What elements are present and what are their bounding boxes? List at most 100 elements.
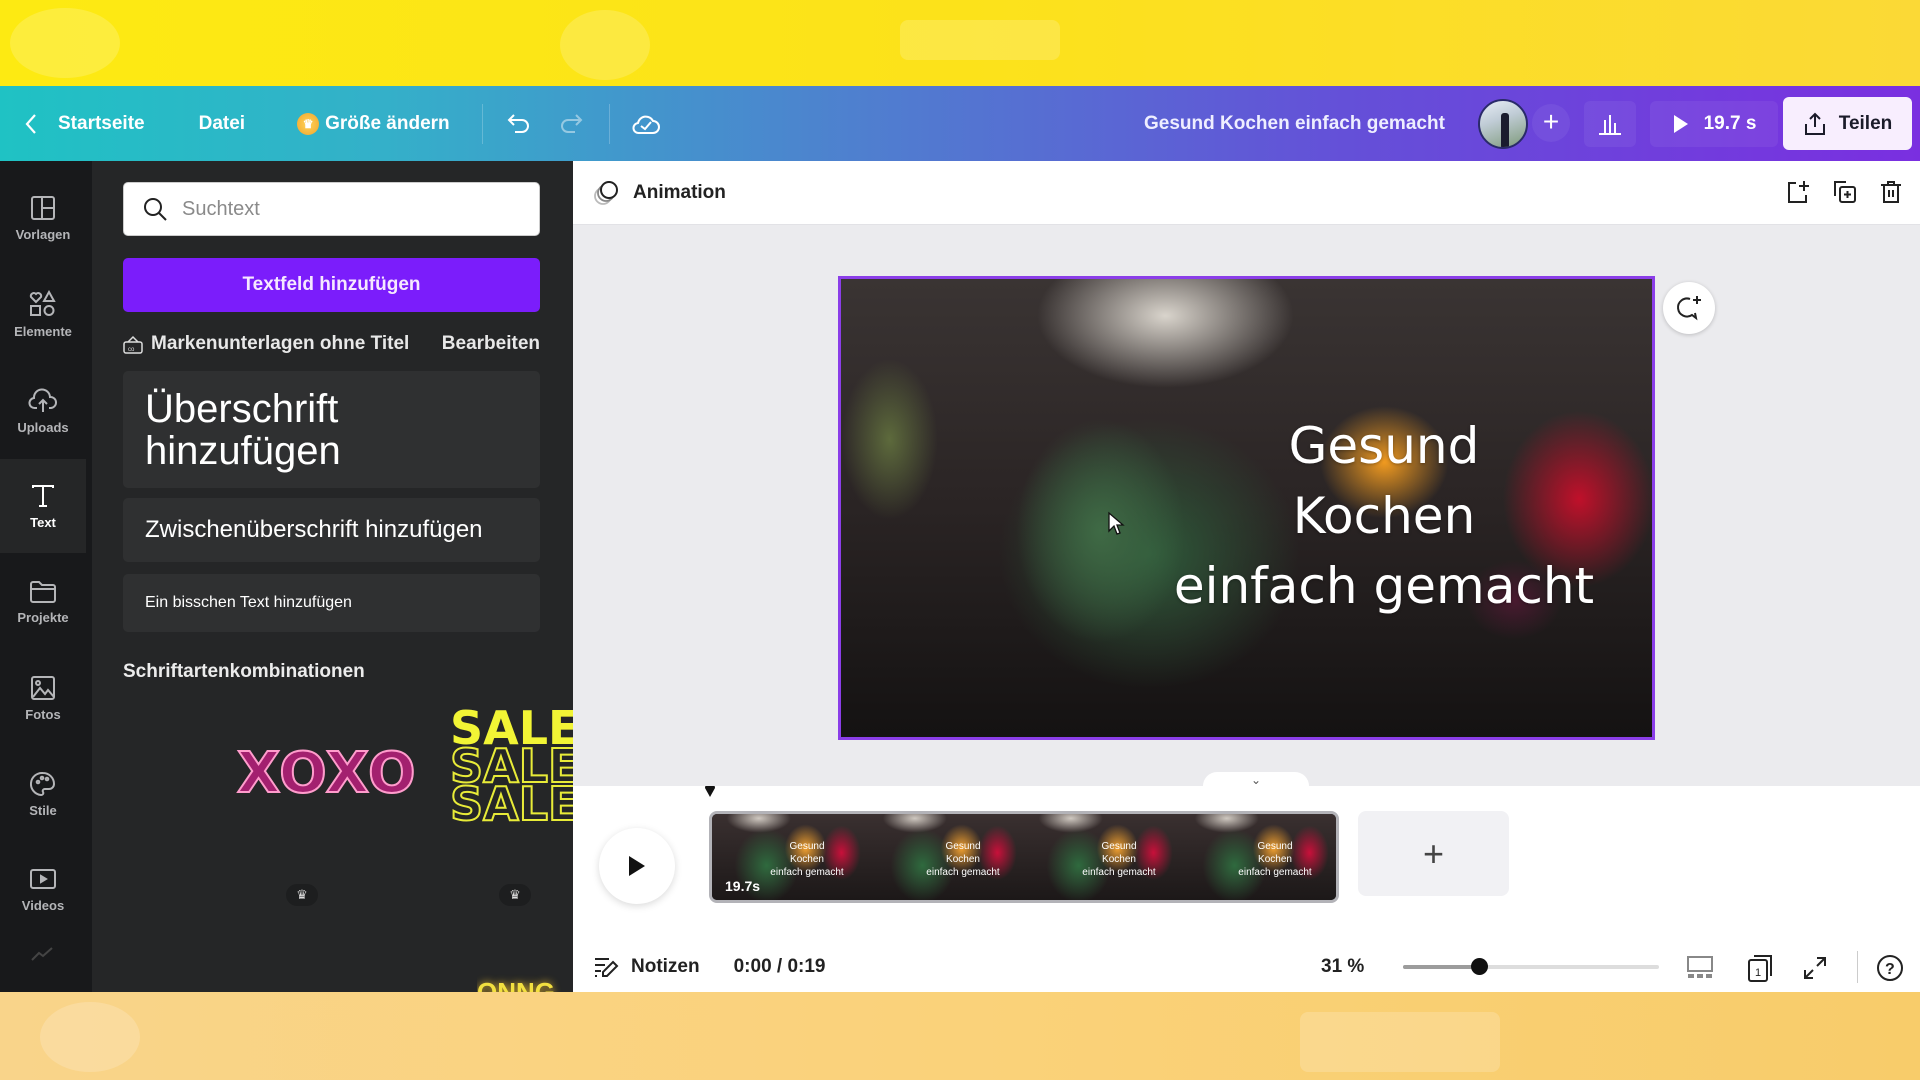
back-chevron-icon[interactable]	[24, 113, 44, 135]
font-combo-partial[interactable]: ONNG	[477, 973, 573, 992]
rail-label: Elemente	[14, 323, 72, 339]
thumb-text: Gesund	[789, 841, 825, 852]
search-icon	[144, 198, 167, 221]
help-button[interactable]: ?	[1873, 951, 1907, 985]
decorative-shape	[900, 20, 1060, 60]
sale-line: SALE	[449, 777, 573, 831]
duplicate-page-icon[interactable]	[1828, 175, 1862, 209]
brand-kit-icon: co	[123, 335, 143, 354]
font-combo-xoxo[interactable]: XOXO	[236, 740, 417, 807]
share-upload-icon	[1804, 112, 1825, 135]
rail-label: Vorlagen	[15, 226, 71, 242]
undo-icon[interactable]	[499, 104, 539, 144]
decorative-shape	[10, 8, 120, 78]
share-button[interactable]: Teilen	[1783, 97, 1912, 150]
collapse-timeline-chevron-icon[interactable]: ⌄	[1203, 772, 1309, 788]
context-toolbar: Animation	[573, 161, 1920, 225]
divider	[608, 103, 610, 144]
present-play-button[interactable]: 19.7 s	[1650, 101, 1778, 147]
page-count: 1	[1755, 967, 1761, 979]
delete-page-icon[interactable]	[1874, 175, 1908, 209]
add-body-text-button[interactable]: Ein bisschen Text hinzufügen	[123, 574, 540, 632]
rail-item-text[interactable]: Text	[0, 459, 86, 553]
elements-icon	[29, 289, 56, 316]
avatar[interactable]	[1478, 99, 1528, 149]
zoom-slider-fill	[1403, 965, 1479, 969]
thumb-text: einfach gemacht	[1238, 867, 1312, 878]
thumb-text: Gesund	[1101, 841, 1137, 852]
brand-kit-name[interactable]: Markenunterlagen ohne Titel	[151, 333, 409, 355]
redo-icon[interactable]	[551, 104, 591, 144]
rail-item-videos[interactable]: Videos	[0, 843, 86, 937]
rail-label: Text	[30, 514, 56, 530]
resize-button[interactable]: ♛ Größe ändern	[297, 112, 450, 135]
playback-time: 0:00 / 0:19	[733, 955, 826, 977]
divider	[481, 103, 483, 144]
rail-item-uploads[interactable]: Uploads	[0, 363, 86, 457]
brand-kit-row: co Markenunterlagen ohne Titel Bearbeite…	[123, 326, 540, 362]
add-page-button[interactable]: +	[1358, 811, 1509, 896]
invite-plus-button[interactable]: +	[1532, 104, 1570, 142]
document-title[interactable]: Gesund Kochen einfach gemacht	[1144, 113, 1445, 135]
clip-duration: 19.7s	[725, 878, 761, 894]
add-heading-button[interactable]: Überschrift hinzufügen	[123, 371, 540, 488]
add-page-icon[interactable]	[1782, 175, 1816, 209]
home-link[interactable]: Startseite	[58, 113, 145, 135]
brand-edit-link[interactable]: Bearbeiten	[442, 333, 540, 355]
share-label: Teilen	[1838, 112, 1893, 134]
rail-item-templates[interactable]: Vorlagen	[0, 171, 86, 265]
canvas-title-text[interactable]: Gesund Kochen einfach gemacht	[1164, 411, 1604, 621]
fullscreen-icon[interactable]	[1798, 951, 1832, 985]
divider	[1857, 951, 1858, 983]
crown-icon: ♛	[297, 112, 320, 135]
thumb-text: Kochen	[946, 854, 980, 865]
video-icon	[30, 868, 56, 889]
play-icon	[629, 856, 645, 876]
analytics-button[interactable]	[1584, 101, 1636, 147]
zoom-slider-knob[interactable]	[1470, 958, 1488, 975]
editor-window: Startseite Datei ♛ Größe ändern Gesund K…	[0, 86, 1920, 992]
zoom-slider[interactable]	[1403, 958, 1659, 975]
file-menu[interactable]: Datei	[199, 113, 245, 135]
background-bottom	[0, 992, 1920, 1080]
thumb-text: Gesund	[1257, 841, 1293, 852]
timeline-play-button[interactable]	[599, 828, 675, 904]
rail-label: Videos	[21, 897, 65, 913]
mouse-cursor-icon	[1108, 511, 1125, 535]
more-apps-icon[interactable]	[30, 946, 54, 967]
font-combo-sale[interactable]: SALE SALE SALE	[449, 705, 573, 831]
thumb-text: einfach gemacht	[926, 867, 1000, 878]
animation-icon	[594, 180, 618, 205]
top-bar: Startseite Datei ♛ Größe ändern Gesund K…	[0, 86, 1920, 161]
text-icon	[32, 484, 54, 507]
design-canvas[interactable]: Gesund Kochen einfach gemacht	[838, 276, 1655, 740]
thumb-text: Kochen	[1102, 854, 1136, 865]
rail-label: Uploads	[17, 419, 69, 435]
add-textbox-button[interactable]: Textfeld hinzufügen	[123, 258, 540, 312]
rail-item-elements[interactable]: Elemente	[0, 267, 86, 361]
cloud-saved-icon[interactable]	[626, 104, 666, 144]
decorative-shape	[40, 1002, 140, 1072]
rail-item-styles[interactable]: Stile	[0, 747, 86, 841]
thumb-text: einfach gemacht	[1082, 867, 1156, 878]
rail-item-photos[interactable]: Fotos	[0, 651, 86, 745]
notes-button[interactable]: Notizen	[593, 956, 700, 978]
add-subheading-button[interactable]: Zwischenüberschrift hinzufügen	[123, 498, 540, 562]
thumb-text: Kochen	[790, 854, 824, 865]
playhead-marker[interactable]	[704, 786, 716, 798]
templates-icon	[31, 195, 55, 220]
notes-icon	[595, 957, 619, 977]
video-clip[interactable]: Gesund Kochen einfach gemacht Gesund Kochen…	[709, 811, 1339, 903]
grid-view-icon[interactable]	[1683, 951, 1717, 985]
animation-button[interactable]: Animation	[593, 180, 726, 206]
search-box[interactable]	[123, 182, 540, 236]
page-count-icon[interactable]: 1	[1743, 951, 1777, 985]
add-comment-button[interactable]	[1663, 282, 1715, 334]
search-input[interactable]	[182, 197, 512, 221]
help-icon: ?	[1885, 961, 1895, 978]
photo-icon	[31, 675, 55, 700]
rail-item-projects[interactable]: Projekte	[0, 555, 86, 649]
clip-thumbnail: Gesund Kochen einfach gemacht	[1024, 814, 1180, 900]
decorative-shape	[1300, 1012, 1500, 1072]
zoom-percentage[interactable]: 31 %	[1321, 956, 1364, 978]
